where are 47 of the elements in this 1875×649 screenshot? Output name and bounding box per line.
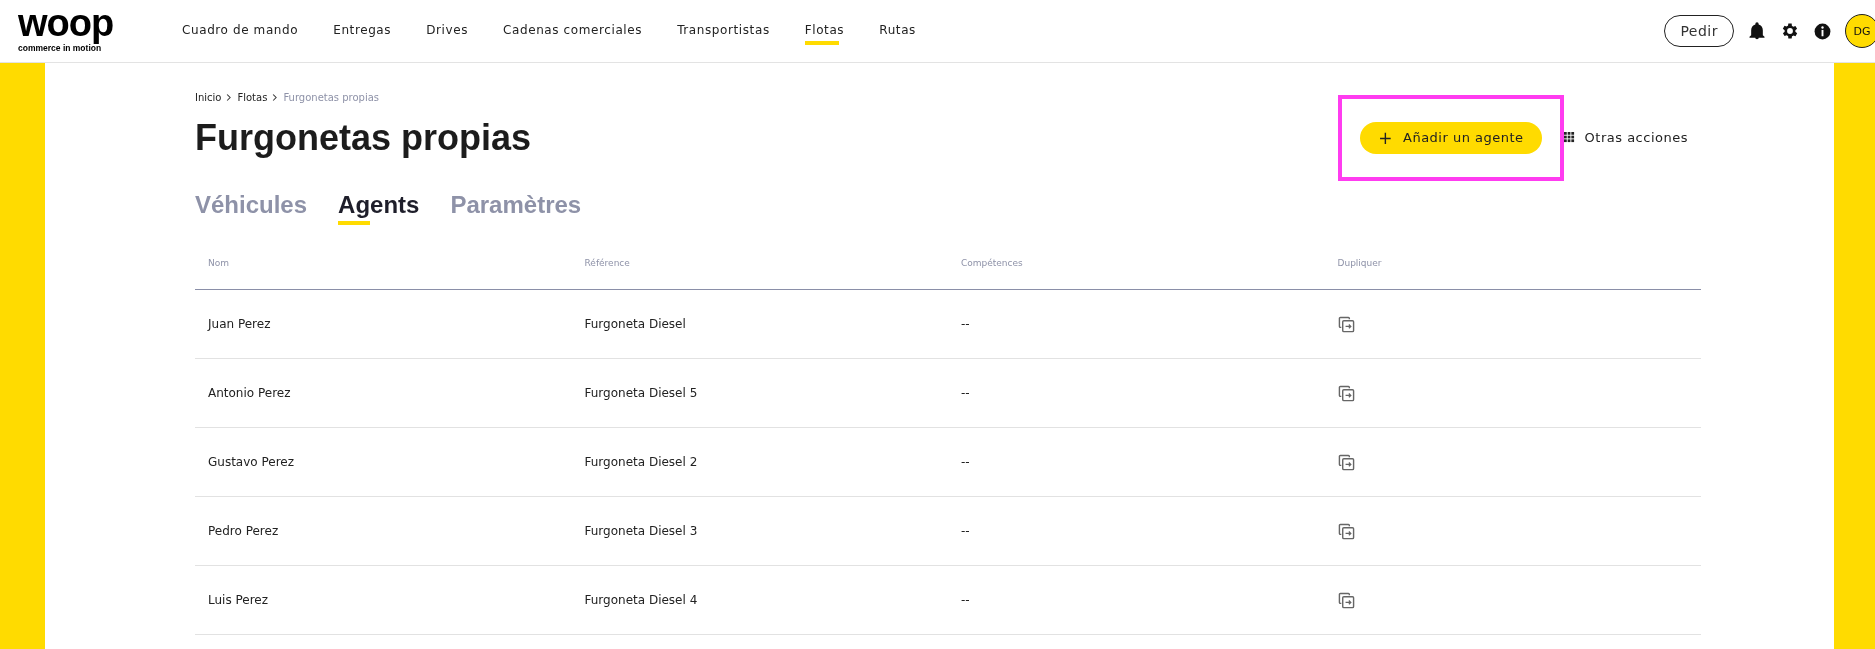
table-cell-text: Juan Perez bbox=[206, 317, 272, 331]
nav-link[interactable]: Rutas bbox=[879, 2, 916, 60]
table-cell-text: Furgoneta Diesel 5 bbox=[583, 386, 699, 400]
table-cell-text: -- bbox=[960, 317, 971, 331]
order-button[interactable]: Pedir bbox=[1664, 15, 1734, 47]
column-header: Compétences bbox=[960, 258, 1024, 268]
nav-link[interactable]: Entregas bbox=[333, 2, 392, 60]
table-cell-text: Pedro Perez bbox=[207, 524, 280, 538]
logo-tagline: commerce in motion bbox=[18, 43, 102, 53]
table-cell-text: -- bbox=[960, 593, 971, 607]
nav-link[interactable]: Drives bbox=[426, 2, 469, 60]
column-header: Référence bbox=[583, 258, 631, 268]
table-cell-text: Gustavo Perez bbox=[207, 455, 295, 469]
settings-icon[interactable] bbox=[1780, 21, 1800, 41]
table-cell-text: Furgoneta Diesel 4 bbox=[583, 593, 699, 607]
duplicate-icon[interactable] bbox=[1337, 384, 1355, 402]
logo-wordmark[interactable]: woop bbox=[18, 3, 182, 43]
table-cell-text: Antonio Perez bbox=[207, 386, 292, 400]
grid-icon[interactable] bbox=[1563, 132, 1575, 143]
nav-link[interactable]: Transportistas bbox=[677, 2, 770, 60]
duplicate-icon[interactable] bbox=[1337, 522, 1355, 540]
breadcrumb-link[interactable]: Inicio bbox=[195, 92, 222, 103]
column-header: Dupliquer bbox=[1336, 258, 1383, 268]
duplicate-icon[interactable] bbox=[1337, 315, 1355, 333]
table-cell-text: Furgoneta Diesel 2 bbox=[583, 455, 699, 469]
table-cell-text: Furgoneta Diesel bbox=[583, 317, 687, 331]
column-header: Nom bbox=[207, 258, 230, 268]
page-title: Furgonetas propias bbox=[195, 117, 532, 159]
nav-link[interactable]: Flotas bbox=[804, 2, 845, 60]
table-cell-text: -- bbox=[960, 386, 971, 400]
nav-link[interactable]: Cadenas comerciales bbox=[503, 2, 643, 60]
user-avatar[interactable]: DG bbox=[1845, 14, 1875, 48]
table-cell-text: -- bbox=[960, 524, 971, 538]
info-icon[interactable] bbox=[1813, 21, 1832, 41]
tab[interactable]: Agents bbox=[338, 191, 420, 225]
table-cell-text: Luis Perez bbox=[207, 593, 270, 607]
more-actions-link[interactable]: Otras acciones bbox=[1584, 130, 1688, 145]
breadcrumb-link[interactable]: Flotas bbox=[237, 92, 268, 103]
add-agent-button[interactable]: + Añadir un agente bbox=[1360, 121, 1542, 154]
table-cell-text: Furgoneta Diesel 3 bbox=[583, 524, 699, 538]
chevron-icon bbox=[272, 93, 279, 102]
nav-link[interactable]: Cuadro de mando bbox=[182, 2, 299, 60]
table-cell-text: -- bbox=[960, 455, 971, 469]
bell-icon[interactable] bbox=[1747, 21, 1767, 41]
duplicate-icon[interactable] bbox=[1337, 453, 1355, 471]
duplicate-icon[interactable] bbox=[1337, 591, 1355, 609]
chevron-icon bbox=[226, 93, 233, 102]
